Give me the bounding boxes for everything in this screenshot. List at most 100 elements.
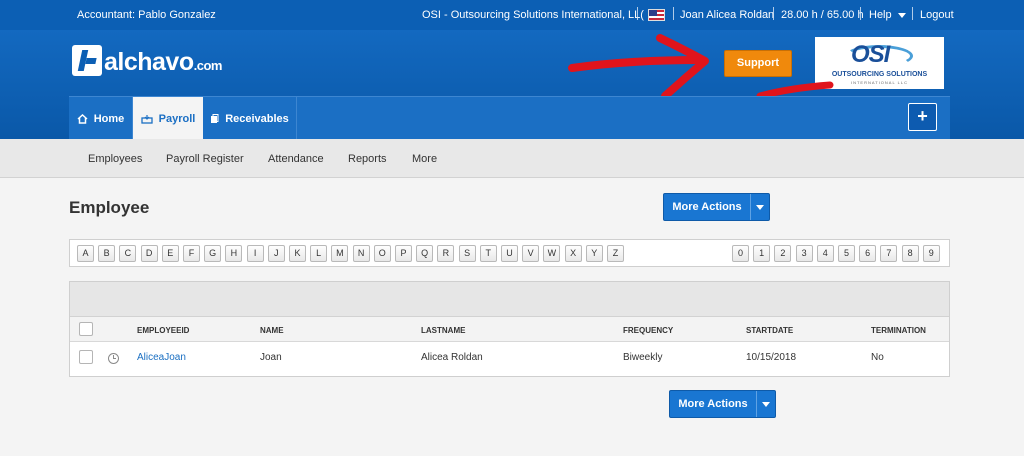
cell-employeeid[interactable]: AliceaJoan [137, 352, 186, 363]
home-icon [77, 113, 88, 124]
letter-filter-g[interactable]: G [204, 245, 222, 262]
tab-label: Payroll [158, 112, 196, 125]
table-row[interactable]: AliceaJoan Joan Alicea Roldan Biweekly 1… [70, 343, 949, 376]
letter-filter-a[interactable]: A [77, 245, 94, 262]
letter-filter-r[interactable]: R [437, 245, 455, 262]
sub-nav: Employees Payroll Register Attendance Re… [0, 139, 1024, 178]
col-termination[interactable]: TERMINATION [871, 326, 926, 335]
subnav-more[interactable]: More [412, 153, 437, 165]
letter-filter-u[interactable]: U [501, 245, 518, 262]
digit-filter-2[interactable]: 2 [774, 245, 792, 262]
user-name[interactable]: Joan Alicea Roldan [680, 9, 774, 21]
annotation-arrow-head [656, 34, 709, 100]
top-bar: Accountant: Pablo Gonzalez OSI - Outsour… [0, 0, 1024, 30]
letter-filter-z[interactable]: Z [607, 245, 624, 262]
letter-filter-f[interactable]: F [183, 245, 200, 262]
tab-label: Receivables [225, 112, 289, 125]
add-button[interactable]: + [908, 103, 937, 131]
letter-filter-h[interactable]: H [225, 245, 243, 262]
divider [637, 7, 638, 20]
subnav-payroll-register[interactable]: Payroll Register [166, 153, 244, 165]
digit-filter-7[interactable]: 7 [880, 245, 898, 262]
page-title: Employee [69, 198, 150, 217]
digit-filter-5[interactable]: 5 [838, 245, 855, 262]
letter-filter-o[interactable]: O [373, 245, 391, 262]
chevron-down-icon [897, 12, 906, 18]
col-lastname[interactable]: LASTNAME [421, 326, 465, 335]
letter-filter-l[interactable]: L [310, 245, 328, 262]
tab-home[interactable]: Home [69, 97, 133, 140]
digit-filter-9[interactable]: 9 [922, 245, 940, 262]
letter-filter-k[interactable]: K [289, 245, 306, 262]
receivables-icon [211, 113, 219, 123]
letter-filter-y[interactable]: Y [585, 245, 603, 262]
tab-payroll[interactable]: Payroll [133, 97, 203, 140]
company-name: OSI - Outsourcing Solutions Internationa… [422, 9, 644, 21]
letter-filter-t[interactable]: T [479, 245, 497, 262]
letter-filter-q[interactable]: Q [416, 245, 434, 262]
more-actions-button-top[interactable]: More Actions [663, 193, 770, 221]
subnav-attendance[interactable]: Attendance [268, 153, 324, 165]
digit-filter-4[interactable]: 4 [816, 245, 834, 262]
letter-filter-i[interactable]: I [246, 245, 264, 262]
cell-startdate: 10/15/2018 [746, 352, 797, 363]
more-actions-dropdown-toggle[interactable] [750, 194, 769, 220]
more-actions-dropdown-toggle[interactable] [756, 391, 775, 417]
subnav-reports[interactable]: Reports [348, 153, 387, 165]
us-flag-icon[interactable] [648, 9, 665, 21]
digit-filter-1[interactable]: 1 [753, 245, 771, 262]
subnav-employees[interactable]: Employees [88, 153, 142, 165]
chevron-down-icon [762, 401, 770, 407]
letter-filter-w[interactable]: W [543, 245, 561, 262]
divider [773, 7, 774, 20]
help-label: Help [869, 9, 892, 21]
letter-filter-m[interactable]: M [331, 245, 349, 262]
divider [860, 7, 861, 20]
tab-label: Home [93, 112, 125, 125]
logo-main-text: alchavo [104, 48, 194, 76]
letter-filter-x[interactable]: X [564, 245, 582, 262]
digit-filter-3[interactable]: 3 [795, 245, 813, 262]
more-actions-button-bottom[interactable]: More Actions [669, 390, 776, 418]
letter-filter-p[interactable]: P [395, 245, 412, 262]
letter-filter-v[interactable]: V [522, 245, 540, 262]
letter-filter-s[interactable]: S [458, 245, 476, 262]
letter-filter-n[interactable]: N [352, 245, 370, 262]
divider [912, 7, 913, 20]
col-startdate[interactable]: STARTDATE [746, 326, 793, 335]
alchavo-logo-icon[interactable] [72, 45, 102, 76]
select-all-checkbox[interactable] [79, 322, 93, 336]
help-menu[interactable]: Help [869, 9, 906, 21]
logo-domain-text: .com [193, 58, 223, 73]
col-frequency[interactable]: FREQUENCY [623, 326, 673, 335]
row-checkbox[interactable] [79, 350, 93, 364]
history-icon[interactable] [108, 353, 119, 364]
letter-filter-d[interactable]: D [140, 245, 158, 262]
cell-termination: No [871, 352, 884, 363]
tab-receivables[interactable]: Receivables [203, 97, 297, 140]
letter-filter-b[interactable]: B [98, 245, 116, 262]
hours-counter: 28.00 h / 65.00 h [781, 9, 864, 21]
cell-lastname: Alicea Roldan [421, 352, 483, 363]
annotation-arrow-shaft [568, 56, 704, 72]
col-name[interactable]: NAME [260, 326, 284, 335]
grid-toolbar [70, 282, 949, 317]
accountant-label: Accountant: Pablo Gonzalez [77, 9, 216, 21]
more-actions-label: More Actions [672, 201, 742, 213]
letter-filter-e[interactable]: E [161, 245, 179, 262]
letter-filter-j[interactable]: J [267, 245, 285, 262]
alchavo-logo[interactable]: alchavo.com [104, 48, 222, 77]
divider [673, 7, 674, 20]
cell-frequency: Biweekly [623, 352, 663, 363]
company-selector[interactable]: OSI - Outsourcing Solutions Internationa… [422, 9, 658, 21]
payroll-icon [141, 114, 153, 124]
cell-name: Joan [260, 352, 282, 363]
digit-filter-8[interactable]: 8 [901, 245, 919, 262]
digit-filter-0[interactable]: 0 [732, 245, 749, 262]
col-employeeid[interactable]: EMPLOYEEID [137, 326, 189, 335]
main-nav: Home Payroll Receivables [69, 96, 950, 140]
logout-link[interactable]: Logout [920, 9, 954, 21]
digit-filter-6[interactable]: 6 [859, 245, 877, 262]
letter-filter-c[interactable]: C [119, 245, 137, 262]
alphabet-filter-bar: ABCDEFGHIJKLMNOPQRSTUVWXYZ 0123456789 [69, 239, 950, 267]
